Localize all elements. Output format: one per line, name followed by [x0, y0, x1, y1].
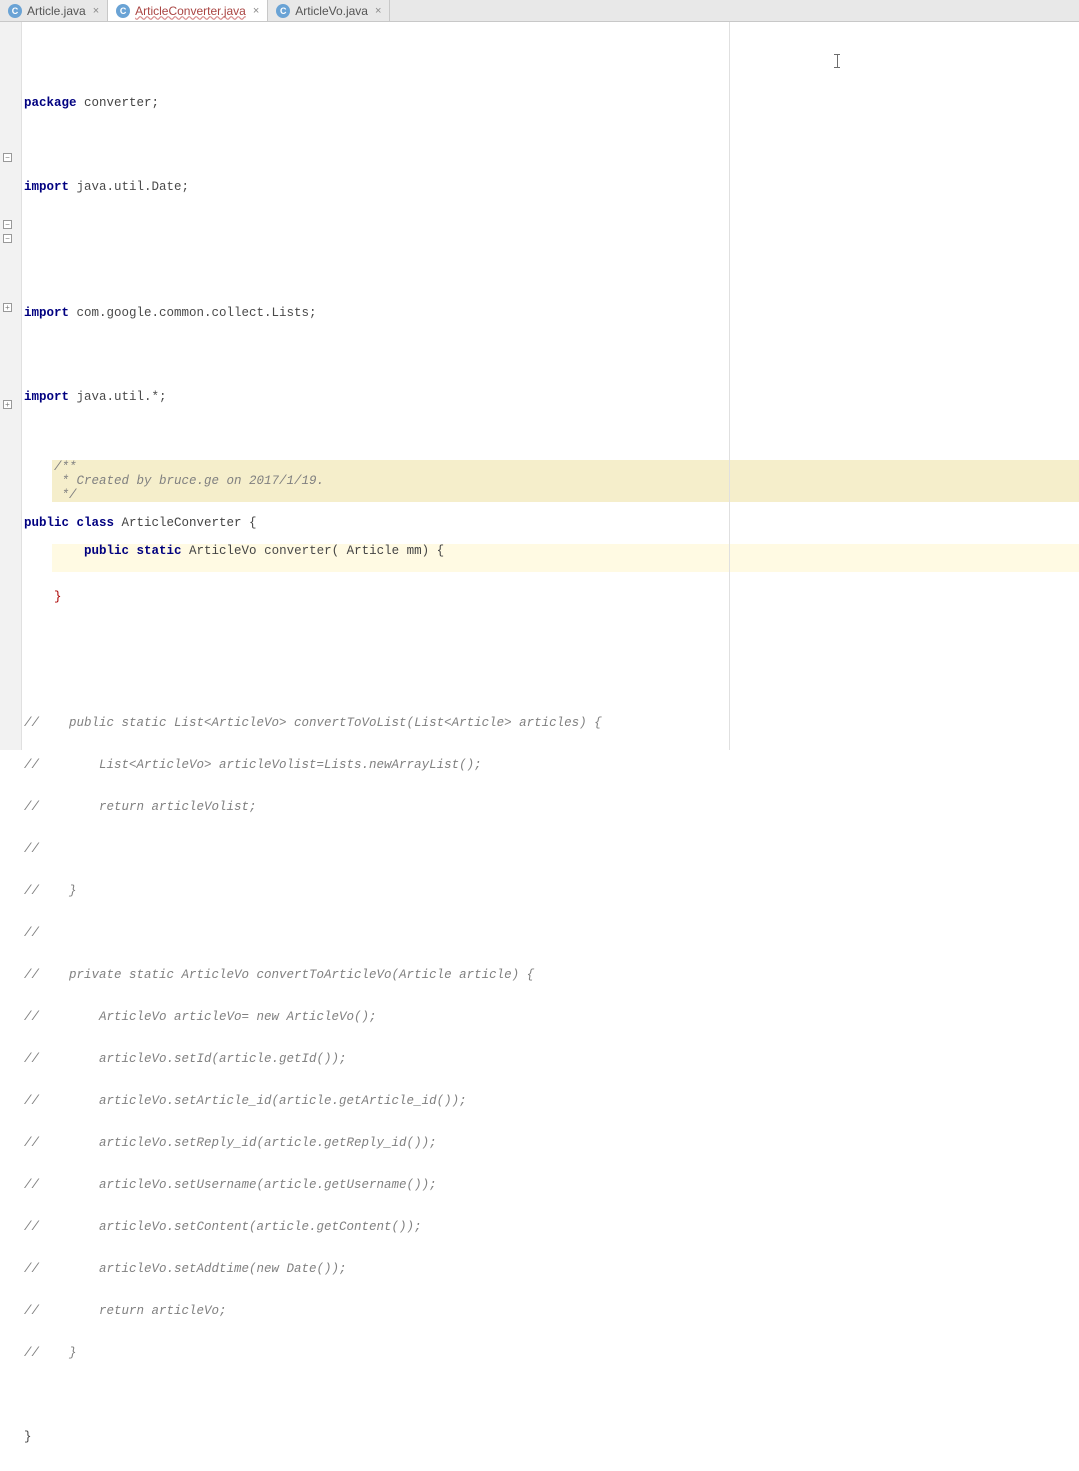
- code-text: [22, 1388, 1079, 1402]
- code-text: converter: [264, 544, 332, 558]
- code-text: [22, 432, 1079, 446]
- code-text: // private static ArticleVo convertToArt…: [22, 968, 1079, 982]
- code-text: [22, 264, 1079, 278]
- editor: − − − + + package converter; import java.uti…: [0, 22, 1079, 750]
- class-icon: C: [8, 4, 22, 18]
- code-text: java.util.*;: [77, 390, 167, 404]
- code-text: // return articleVolist;: [22, 800, 1079, 814]
- code-text: // }: [22, 884, 1079, 898]
- close-icon[interactable]: ×: [251, 5, 261, 17]
- code-text: [22, 632, 1079, 646]
- tab-article-vo[interactable]: C ArticleVo.java ×: [268, 0, 390, 21]
- code-text: public class: [24, 516, 122, 530]
- class-icon: C: [116, 4, 130, 18]
- code-text: }: [24, 590, 62, 604]
- gutter[interactable]: − − − + +: [0, 22, 22, 750]
- code-text: // }: [22, 1346, 1079, 1360]
- code-text: // articleVo.setArticle_id(article.getAr…: [22, 1094, 1079, 1108]
- code-text: import: [24, 390, 77, 404]
- code-area[interactable]: package converter; import java.util.Date…: [22, 22, 1079, 750]
- text-cursor-icon: [837, 54, 838, 68]
- code-text: converter;: [84, 96, 159, 110]
- code-text: [22, 674, 1079, 688]
- tab-article[interactable]: C Article.java ×: [0, 0, 108, 21]
- fold-expand-icon[interactable]: +: [3, 303, 12, 312]
- code-text: [22, 222, 1079, 236]
- code-text: import: [24, 180, 77, 194]
- tab-label: ArticleConverter.java: [135, 4, 246, 18]
- code-text: /**: [52, 460, 1079, 474]
- close-icon[interactable]: ×: [373, 5, 383, 17]
- tab-label: ArticleVo.java: [295, 4, 368, 18]
- code-text: package: [24, 96, 84, 110]
- fold-expand-icon[interactable]: +: [3, 400, 12, 409]
- code-text: // public static List<ArticleVo> convert…: [22, 716, 1079, 730]
- class-icon: C: [276, 4, 290, 18]
- code-text: [52, 558, 1079, 572]
- fold-collapse-icon[interactable]: −: [3, 220, 12, 229]
- code-text: //: [22, 926, 1079, 940]
- code-text: [22, 348, 1079, 362]
- code-text: // articleVo.setUsername(article.getUser…: [22, 1178, 1079, 1192]
- tab-article-converter[interactable]: C ArticleConverter.java ×: [108, 0, 268, 21]
- code-text: * Created by bruce.ge on 2017/1/19.: [52, 474, 1079, 488]
- code-text: java.util.Date;: [77, 180, 190, 194]
- tab-label: Article.java: [27, 4, 86, 18]
- close-icon[interactable]: ×: [91, 5, 101, 17]
- code-text: ArticleConverter {: [122, 516, 257, 530]
- fold-collapse-icon[interactable]: −: [3, 153, 12, 162]
- code-text: // articleVo.setAddtime(new Date());: [22, 1262, 1079, 1276]
- code-text: */: [52, 488, 1079, 502]
- code-text: // ArticleVo articleVo= new ArticleVo();: [22, 1010, 1079, 1024]
- code-text: ArticleVo: [189, 544, 264, 558]
- code-text: import: [24, 306, 77, 320]
- code-text: // return articleVo;: [22, 1304, 1079, 1318]
- code-text: // articleVo.setContent(article.getConte…: [22, 1220, 1079, 1234]
- code-text: }: [22, 1430, 1079, 1444]
- right-margin-guide: [729, 22, 730, 750]
- code-text: // articleVo.setId(article.getId());: [22, 1052, 1079, 1066]
- code-text: com.google.common.collect.Lists;: [77, 306, 317, 320]
- code-text: //: [22, 842, 1079, 856]
- fold-collapse-icon[interactable]: −: [3, 234, 12, 243]
- code-text: public static: [54, 544, 189, 558]
- tab-bar: C Article.java × C ArticleConverter.java…: [0, 0, 1079, 22]
- code-text: ( Article mm) {: [332, 544, 445, 558]
- code-text: // List<ArticleVo> articleVolist=Lists.n…: [22, 758, 1079, 772]
- code-text: [22, 138, 1079, 152]
- code-text: // articleVo.setReply_id(article.getRepl…: [22, 1136, 1079, 1150]
